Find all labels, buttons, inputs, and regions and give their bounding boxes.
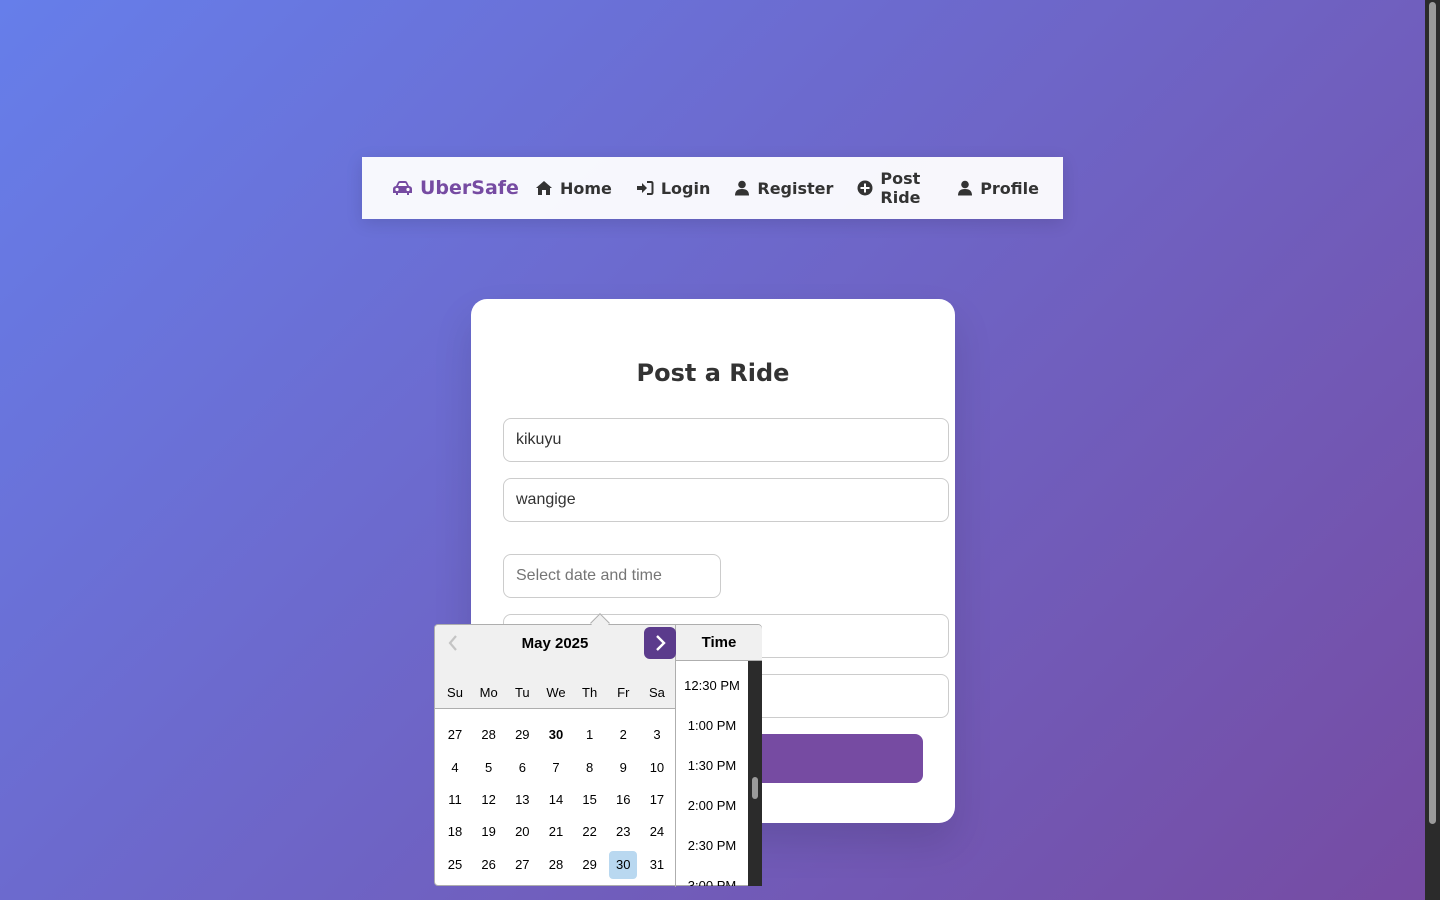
- calendar-day[interactable]: 1: [576, 721, 604, 749]
- calendar-week: 18 19 20 21 22 23 24: [441, 816, 671, 848]
- calendar-day[interactable]: 13: [508, 786, 536, 814]
- calendar-day[interactable]: 25: [441, 851, 469, 879]
- calendar-header: May 2025 Su Mo Tu We Th Fr Sa: [435, 625, 676, 709]
- calendar-week: 4 5 6 7 8 9 10: [441, 751, 671, 783]
- calendar-day[interactable]: 2: [609, 721, 637, 749]
- calendar-day[interactable]: 22: [576, 818, 604, 846]
- calendar-week: 11 12 13 14 15 16 17: [441, 784, 671, 816]
- page-scrollbar-thumb[interactable]: [1429, 2, 1436, 824]
- nav-register[interactable]: Register: [734, 179, 833, 198]
- calendar-day-selected[interactable]: 30: [609, 850, 638, 879]
- calendar-day[interactable]: 6: [508, 754, 536, 782]
- calendar-day[interactable]: 28: [542, 851, 570, 879]
- nav-register-label: Register: [757, 178, 834, 198]
- calendar-day[interactable]: 19: [475, 818, 503, 846]
- time-option[interactable]: 2:30 PM: [676, 838, 748, 853]
- nav-login[interactable]: Login: [636, 178, 711, 198]
- weekday-label: Th: [582, 685, 598, 700]
- nav-profile[interactable]: Profile: [957, 179, 1039, 198]
- weekday-label: Su: [447, 685, 463, 700]
- calendar-day[interactable]: 20: [508, 818, 536, 846]
- weekday-label: Sa: [648, 685, 665, 700]
- calendar-day[interactable]: 24: [643, 818, 671, 846]
- next-month-button[interactable]: [644, 627, 676, 659]
- calendar-day[interactable]: 31: [643, 851, 671, 879]
- nav-profile-label: Profile: [980, 178, 1039, 198]
- destination-input[interactable]: wangige: [503, 478, 949, 522]
- plus-circle-icon: [857, 180, 873, 196]
- page-title: Post a Ride: [636, 359, 790, 387]
- calendar-day[interactable]: 5: [475, 754, 503, 782]
- calendar-day[interactable]: 14: [542, 786, 570, 814]
- time-option[interactable]: 1:00 PM: [676, 718, 748, 733]
- calendar-month: May 2025 Su Mo Tu We Th Fr Sa 27 28 29 3…: [435, 625, 676, 887]
- origin-input[interactable]: kikuyu: [503, 418, 949, 462]
- calendar-day[interactable]: 21: [542, 818, 570, 846]
- calendar-day[interactable]: 15: [576, 786, 604, 814]
- user-icon: [958, 180, 973, 196]
- time-column: Time 12:30 PM 1:00 PM 1:30 PM 2:00 PM 2:…: [676, 625, 762, 887]
- calendar-day[interactable]: 27: [441, 721, 469, 749]
- time-header: Time: [676, 625, 762, 661]
- calendar-day[interactable]: 8: [576, 754, 604, 782]
- page-scrollbar[interactable]: [1425, 0, 1440, 900]
- time-scrollbar-thumb[interactable]: [752, 777, 758, 799]
- sign-in-icon: [636, 181, 654, 195]
- brand-link[interactable]: UberSafe: [392, 177, 519, 199]
- nav-post-ride[interactable]: Post Ride: [857, 169, 933, 207]
- calendar-day[interactable]: 18: [441, 818, 469, 846]
- nav-home[interactable]: Home: [535, 179, 612, 198]
- brand-name: UberSafe: [420, 177, 519, 199]
- calendar-day[interactable]: 16: [609, 786, 637, 814]
- user-icon: [735, 180, 750, 196]
- datetime-picker-popup: May 2025 Su Mo Tu We Th Fr Sa 27 28 29 3…: [434, 613, 762, 887]
- time-option[interactable]: 2:00 PM: [676, 798, 748, 813]
- time-option[interactable]: 1:30 PM: [676, 758, 748, 773]
- calendar-day[interactable]: 29: [508, 721, 536, 749]
- time-option[interactable]: 12:30 PM: [676, 678, 748, 693]
- weekday-label: Mo: [479, 685, 498, 700]
- calendar-days: 27 28 29 30 1 2 3 4 5 6 7 8 9 10 11 12 1…: [441, 719, 671, 881]
- calendar-day[interactable]: 26: [475, 851, 503, 879]
- car-icon: [393, 181, 412, 195]
- calendar-day[interactable]: 11: [441, 786, 469, 814]
- datetime-input[interactable]: Select date and time: [503, 554, 721, 598]
- calendar-day-today[interactable]: 30: [542, 721, 570, 749]
- calendar-day[interactable]: 7: [542, 754, 570, 782]
- chevron-right-icon: [656, 635, 666, 651]
- calendar-day[interactable]: 27: [508, 851, 536, 879]
- time-option[interactable]: 3:00 PM: [676, 878, 748, 886]
- calendar-day[interactable]: 28: [475, 721, 503, 749]
- calendar-day[interactable]: 29: [576, 851, 604, 879]
- calendar-day[interactable]: 9: [609, 754, 637, 782]
- nav-home-label: Home: [559, 178, 612, 198]
- calendar-week: 27 28 29 30 1 2 3: [441, 719, 671, 751]
- nav-post-ride-label: Post Ride: [880, 169, 921, 207]
- calendar-day[interactable]: 17: [643, 786, 671, 814]
- calendar-day[interactable]: 23: [609, 818, 637, 846]
- navbar: UberSafe Home Login Register Post Ride P…: [362, 157, 1063, 219]
- nav-login-label: Login: [660, 178, 711, 198]
- weekday-label: Tu: [514, 685, 530, 700]
- calendar-day[interactable]: 10: [643, 754, 671, 782]
- weekday-label: Fr: [617, 685, 630, 700]
- calendar-day[interactable]: 3: [643, 721, 671, 749]
- weekday-label: We: [546, 685, 566, 700]
- time-list-scrollbar[interactable]: [748, 661, 762, 886]
- calendar-week: 25 26 27 28 29 30 31: [441, 849, 671, 881]
- calendar-day[interactable]: 12: [475, 786, 503, 814]
- current-month-label: May 2025: [521, 635, 589, 652]
- weekday-header-row: Su Mo Tu We Th Fr Sa: [441, 685, 671, 700]
- calendar-day[interactable]: 4: [441, 754, 469, 782]
- home-icon: [535, 181, 552, 195]
